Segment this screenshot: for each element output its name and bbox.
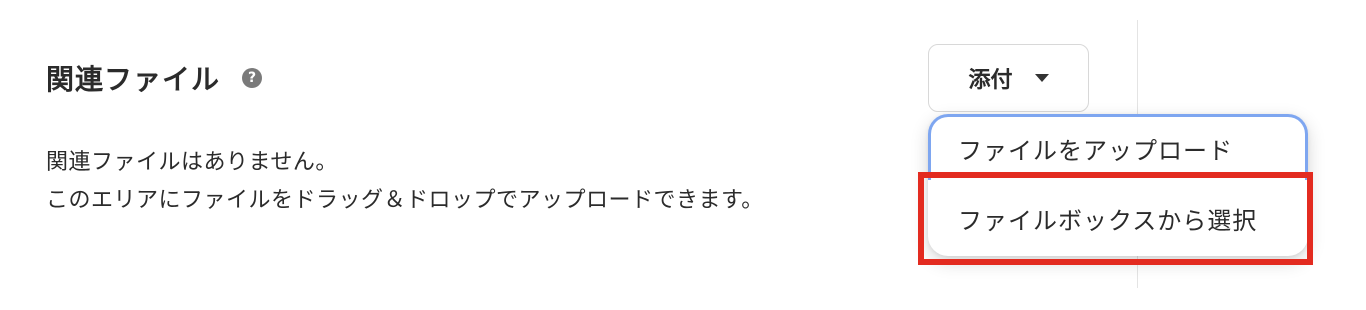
related-files-panel: 関連ファイル ? 関連ファイルはありません。 このエリアにファイルをドラッグ＆ド…	[0, 0, 1366, 310]
menu-item-upload-file[interactable]: ファイルをアップロード	[928, 114, 1308, 180]
section-title: 関連ファイル	[46, 63, 221, 96]
menu-item-select-from-filebox[interactable]: ファイルボックスから選択	[928, 186, 1308, 250]
attach-button[interactable]: 添付	[928, 44, 1089, 112]
attach-button-label: 添付	[968, 68, 1013, 93]
attach-dropdown-menu: ファイルをアップロード ファイルボックスから選択	[928, 114, 1308, 256]
help-icon[interactable]: ?	[242, 68, 263, 88]
empty-state-message: 関連ファイルはありません。 このエリアにファイルをドラッグ＆ドロップでアップロー…	[46, 144, 764, 220]
section-header: 関連ファイル ?	[46, 58, 263, 98]
empty-state-line-1: 関連ファイルはありません。	[46, 150, 338, 175]
empty-state-line-2: このエリアにファイルをドラッグ＆ドロップでアップロードできます。	[46, 188, 764, 213]
caret-down-icon	[1034, 74, 1049, 82]
